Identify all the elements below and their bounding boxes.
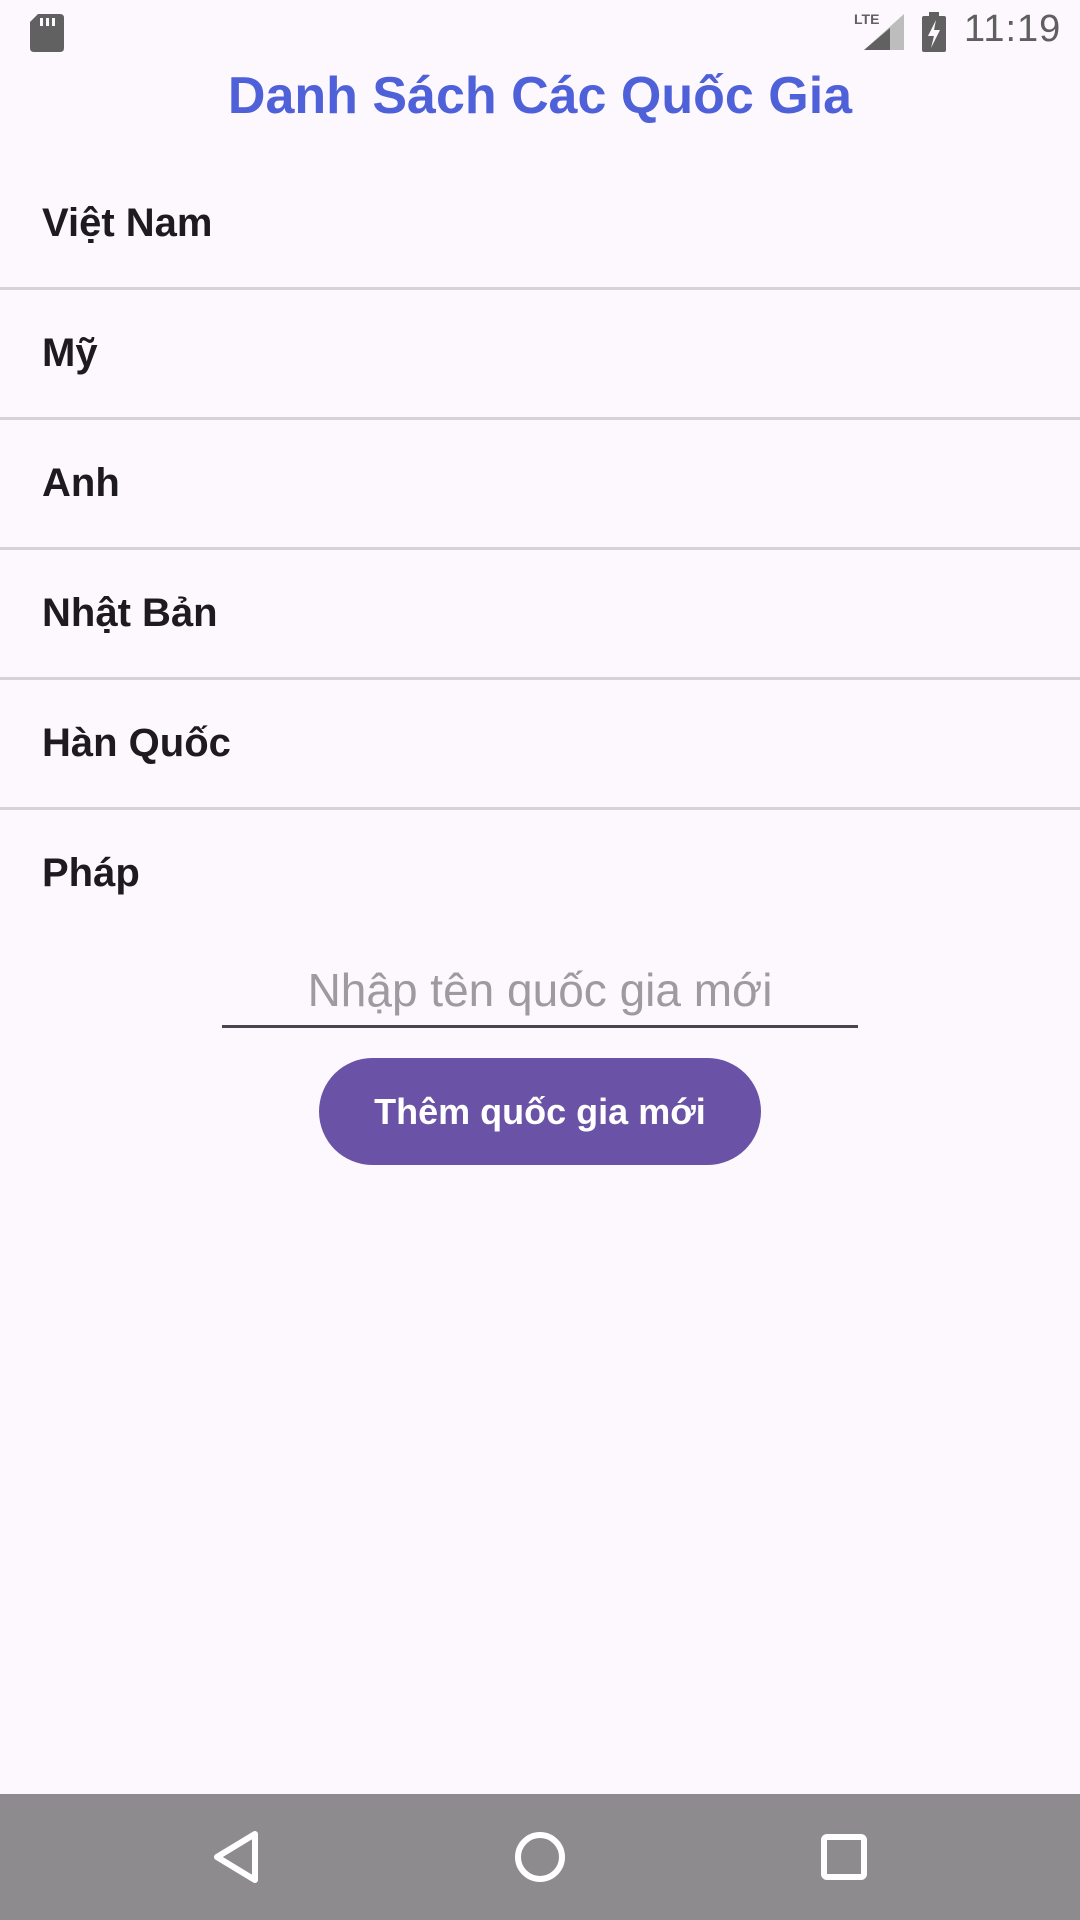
list-item[interactable]: Mỹ: [0, 290, 1080, 420]
recent-apps-icon[interactable]: [809, 1822, 879, 1892]
add-country-button[interactable]: Thêm quốc gia mới: [319, 1058, 761, 1165]
country-list: Việt Nam Mỹ Anh Nhật Bản Hàn Quốc Pháp: [0, 160, 1080, 937]
lte-signal-icon: LTE: [854, 11, 904, 50]
status-bar: LTE 11:19: [0, 0, 1080, 64]
sd-card-icon: [30, 14, 64, 52]
list-item[interactable]: Việt Nam: [0, 160, 1080, 290]
home-icon[interactable]: [505, 1822, 575, 1892]
page-title: Danh Sách Các Quốc Gia: [227, 67, 853, 125]
list-item[interactable]: Nhật Bản: [0, 550, 1080, 680]
navigation-bar: [0, 1794, 1080, 1920]
list-item[interactable]: Anh: [0, 420, 1080, 550]
new-country-input[interactable]: [222, 955, 858, 1028]
battery-charging-icon: [922, 12, 946, 52]
back-icon[interactable]: [201, 1822, 271, 1892]
svg-text:LTE: LTE: [854, 11, 879, 27]
list-item[interactable]: Hàn Quốc: [0, 680, 1080, 810]
list-item[interactable]: Pháp: [0, 810, 1080, 937]
status-time: 11:19: [964, 8, 1062, 50]
